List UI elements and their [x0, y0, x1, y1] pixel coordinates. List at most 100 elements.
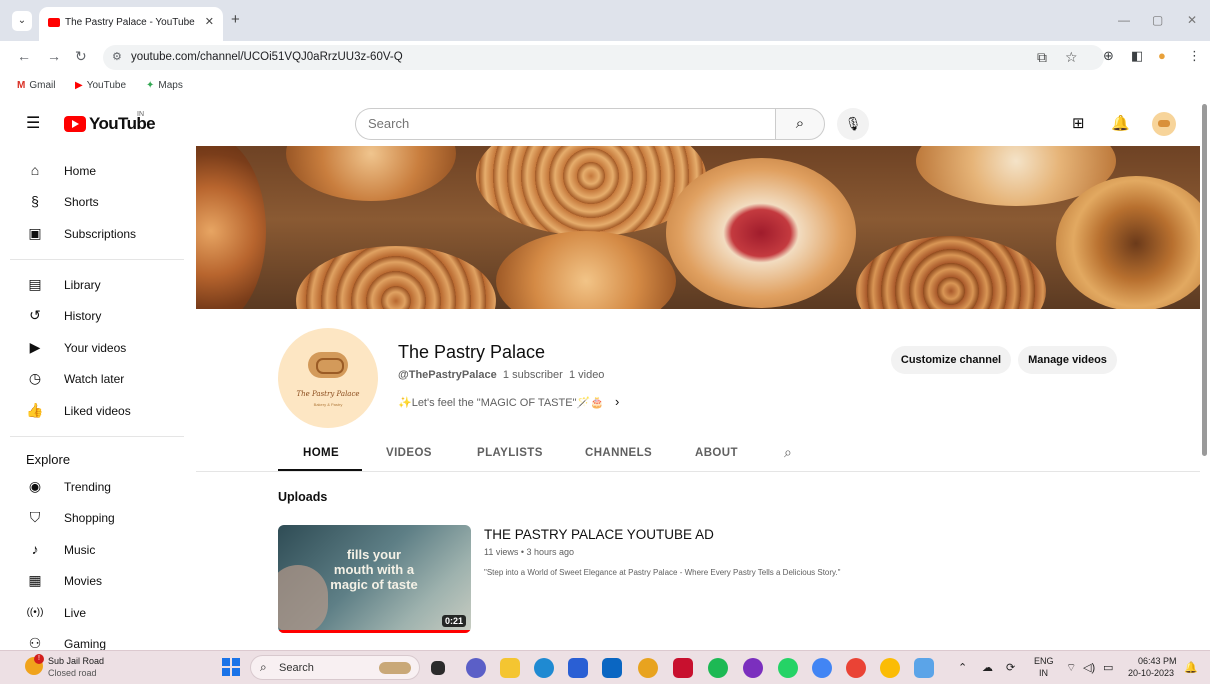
downloads-icon[interactable]: ⊕	[1103, 48, 1114, 64]
sidebar-item-label: Gaming	[64, 637, 107, 651]
sidebar-item-movies[interactable]: ▦ Movies	[0, 566, 192, 596]
sidebar-item-history[interactable]: ↺ History	[0, 301, 192, 331]
install-app-icon[interactable]: ⧉	[1037, 49, 1047, 66]
whatsapp-icon[interactable]	[778, 658, 798, 678]
chevron-right-icon[interactable]: ›	[615, 394, 619, 409]
bookmark-star-icon[interactable]: ☆	[1065, 49, 1078, 66]
menu-icon[interactable]: ☰	[26, 113, 40, 133]
sidebar-item-library[interactable]: ▤ Library	[0, 270, 192, 300]
tab-about[interactable]: ABOUT	[695, 447, 738, 459]
mcafee-icon[interactable]	[673, 658, 693, 678]
sync-icon[interactable]: ⟳	[1006, 661, 1015, 674]
show-hidden-icons-icon[interactable]: ⌃	[958, 661, 967, 674]
app-icon[interactable]	[743, 658, 763, 678]
url-text[interactable]: youtube.com/channel/UCOi51VQJ0aRrzUU3z-6…	[131, 51, 403, 63]
forward-icon[interactable]: →	[47, 48, 61, 64]
language-indicator[interactable]: ENG	[1034, 656, 1054, 666]
edge-icon[interactable]	[534, 658, 554, 678]
language-region[interactable]: IN	[1039, 668, 1048, 678]
tab-channels[interactable]: CHANNELS	[585, 447, 652, 459]
manage-videos-button[interactable]: Manage videos	[1018, 346, 1117, 374]
video-title[interactable]: THE PASTRY PALACE YOUTUBE AD	[484, 527, 714, 542]
chrome-icon[interactable]	[638, 658, 658, 678]
customize-channel-button[interactable]: Customize channel	[891, 346, 1011, 374]
back-icon[interactable]: ←	[17, 48, 31, 64]
tab-videos[interactable]: VIDEOS	[386, 447, 432, 459]
start-button[interactable]	[222, 658, 240, 676]
sidebar-item-live[interactable]: ((•)) Live	[0, 598, 192, 628]
browser-tab-active[interactable]: The Pastry Palace - YouTube ✕	[39, 7, 223, 41]
create-video-icon[interactable]: ⊞	[1072, 114, 1085, 132]
windows-taskbar: ! Sub Jail Road Closed road ⌕ Search ⌃ ☁…	[0, 650, 1210, 684]
channel-description-text: ✨Let's feel the "MAGIC OF TASTE"🪄🎂	[398, 397, 604, 409]
account-avatar[interactable]	[1152, 112, 1176, 136]
taskbar-search[interactable]: ⌕ Search	[250, 655, 420, 680]
search-input[interactable]	[368, 116, 758, 131]
video-meta: 11 views • 3 hours ago	[484, 547, 575, 557]
video-count: 1 video	[568, 369, 605, 381]
bookmark-maps[interactable]: ✦ Maps	[146, 80, 183, 91]
youtube-wordmark: YouTube	[89, 114, 156, 133]
sidebar-item-label: Watch later	[64, 372, 125, 386]
onedrive-icon[interactable]: ☁	[982, 661, 993, 674]
page-scrollbar[interactable]	[1202, 104, 1207, 456]
side-panel-icon[interactable]: ◧	[1131, 48, 1143, 64]
bookmark-gmail[interactable]: M Gmail	[17, 80, 55, 91]
notifications-bell-icon[interactable]: 🔔	[1111, 114, 1130, 132]
spotify-icon[interactable]	[708, 658, 728, 678]
snipping-tool-icon[interactable]	[914, 658, 934, 678]
channel-description[interactable]: ✨Let's feel the "MAGIC OF TASTE"🪄🎂 ›	[398, 394, 619, 409]
volume-icon[interactable]: ◁)	[1083, 661, 1095, 674]
window-close-icon[interactable]: ✕	[1187, 13, 1197, 27]
notification-center-icon[interactable]: 🔔	[1184, 661, 1198, 674]
tab-home[interactable]: HOME	[303, 447, 339, 459]
sidebar-item-liked-videos[interactable]: 👍 Liked videos	[0, 396, 192, 426]
video-thumbnail[interactable]: fills your mouth with a magic of taste 0…	[278, 525, 471, 633]
sidebar-item-music[interactable]: ♪ Music	[0, 535, 192, 565]
chrome-profile-icon[interactable]	[846, 658, 866, 678]
weather-status[interactable]: Closed road	[48, 668, 97, 678]
chat-icon[interactable]	[466, 658, 486, 678]
tab-playlists[interactable]: PLAYLISTS	[477, 447, 543, 459]
browser-tab-strip: ⌄ The Pastry Palace - YouTube ✕ + — ▢ ✕	[0, 0, 1210, 41]
chrome-profile-icon[interactable]	[880, 658, 900, 678]
thumbnail-image	[278, 565, 328, 633]
mudr-app-icon[interactable]	[602, 658, 622, 678]
bookmark-youtube[interactable]: ▶ YouTube	[75, 80, 126, 91]
file-explorer-icon[interactable]	[500, 658, 520, 678]
sidebar-item-home[interactable]: ⌂ Home	[0, 156, 192, 186]
chrome-profile-icon[interactable]	[812, 658, 832, 678]
sidebar-item-shopping[interactable]: ⛉ Shopping	[0, 503, 192, 533]
sidebar-divider	[10, 436, 184, 437]
history-icon: ↺	[29, 307, 41, 323]
sidebar-item-shorts[interactable]: § Shorts	[0, 187, 192, 217]
watch-later-icon: ◷	[28, 370, 42, 386]
sidebar-item-subscriptions[interactable]: ▣ Subscriptions	[0, 219, 192, 249]
clock-time[interactable]: 06:43 PM	[1138, 656, 1177, 666]
tab-close-icon[interactable]: ✕	[205, 15, 214, 28]
restore-icon[interactable]: ▢	[1152, 13, 1163, 27]
channel-search-icon[interactable]: ⌕	[784, 444, 792, 461]
sidebar-item-trending[interactable]: ◉ Trending	[0, 472, 192, 502]
search-button[interactable]: ⌕	[775, 108, 825, 140]
minimize-icon[interactable]: —	[1118, 13, 1130, 27]
voice-search-button[interactable]: 🎙	[837, 108, 869, 140]
site-info-icon[interactable]: ⚙	[112, 50, 122, 63]
battery-icon[interactable]: ▭	[1103, 661, 1113, 674]
sidebar-item-watch-later[interactable]: ◷ Watch later	[0, 364, 192, 394]
store-icon[interactable]	[568, 658, 588, 678]
task-view-icon[interactable]	[431, 661, 445, 675]
tab-search-dropdown[interactable]: ⌄	[12, 11, 32, 31]
profile-avatar-icon[interactable]: ●	[1158, 48, 1166, 63]
address-bar[interactable]: ⚙ youtube.com/channel/UCOi51VQJ0aRrzUU3z…	[103, 45, 1104, 70]
sidebar-item-your-videos[interactable]: ▶ Your videos	[0, 333, 192, 363]
reload-icon[interactable]: ↻	[75, 48, 87, 65]
sidebar-item-label: Music	[64, 543, 96, 557]
clock-date[interactable]: 20-10-2023	[1128, 668, 1174, 678]
channel-avatar[interactable]: The Pastry Palace Bakery & Pastry	[278, 328, 378, 428]
wifi-icon[interactable]: ⌔	[1066, 661, 1076, 675]
new-tab-button[interactable]: +	[231, 11, 240, 28]
uploads-heading[interactable]: Uploads	[278, 490, 327, 504]
browser-menu-icon[interactable]: ⋮	[1188, 48, 1201, 64]
weather-location[interactable]: Sub Jail Road	[48, 656, 104, 666]
